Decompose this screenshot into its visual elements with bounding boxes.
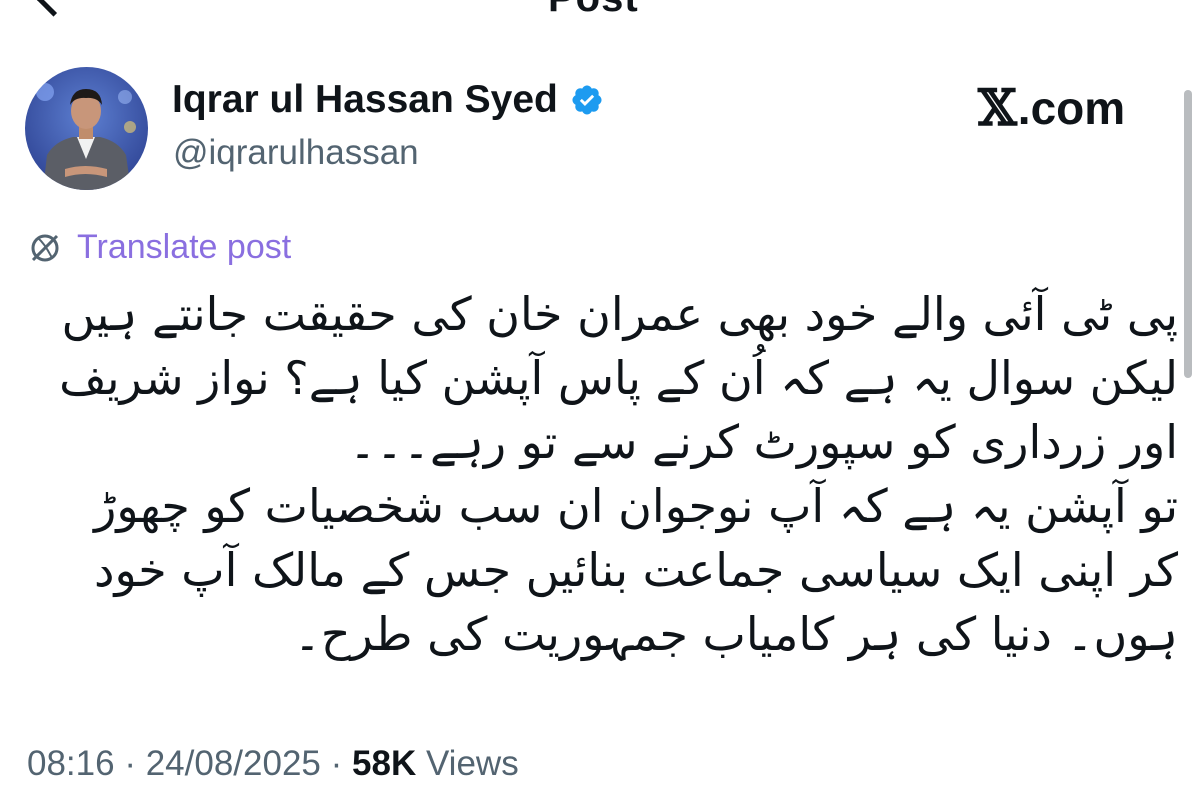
views-label: Views [425, 744, 519, 783]
x-logo-icon: 𝕏 [978, 78, 1017, 137]
post-time[interactable]: 08:16 [27, 744, 115, 783]
post-body: پی ٹی آئی والے خود بھی عمران خان کی حقیق… [38, 282, 1178, 666]
meta-separator-2: · [330, 744, 343, 783]
translate-post-link[interactable]: Translate post [27, 228, 291, 267]
author-handle[interactable]: @iqrarulhassan [173, 133, 419, 173]
post-meta: 08:16 · 24/08/2025 · 58K Views [27, 744, 519, 784]
meta-separator: · [124, 744, 136, 783]
scrollbar[interactable] [1184, 90, 1192, 378]
verified-badge-icon [572, 85, 602, 115]
post-paragraph-2: تو آپشن یہ ہے کہ آپ نوجوان ان سب شخصیات … [94, 479, 1178, 661]
translate-globe-icon [31, 234, 59, 261]
author-name[interactable]: Iqrar ul Hassan Syed [172, 78, 604, 122]
post-paragraph-1: پی ٹی آئی والے خود بھی عمران خان کی حقیق… [59, 287, 1178, 469]
translate-label[interactable]: Translate post [77, 228, 291, 267]
post-date[interactable]: 24/08/2025 [146, 744, 321, 783]
back-arrow-icon[interactable] [34, 0, 73, 17]
x-com-watermark: 𝕏 .com [978, 78, 1125, 137]
avatar[interactable] [25, 67, 148, 190]
top-bar: Post [0, 0, 1200, 20]
views-count[interactable]: 58K [352, 744, 416, 783]
page-title: Post [548, 0, 639, 21]
brand-domain: .com [1017, 81, 1126, 134]
author-name-text[interactable]: Iqrar ul Hassan Syed [172, 78, 558, 122]
